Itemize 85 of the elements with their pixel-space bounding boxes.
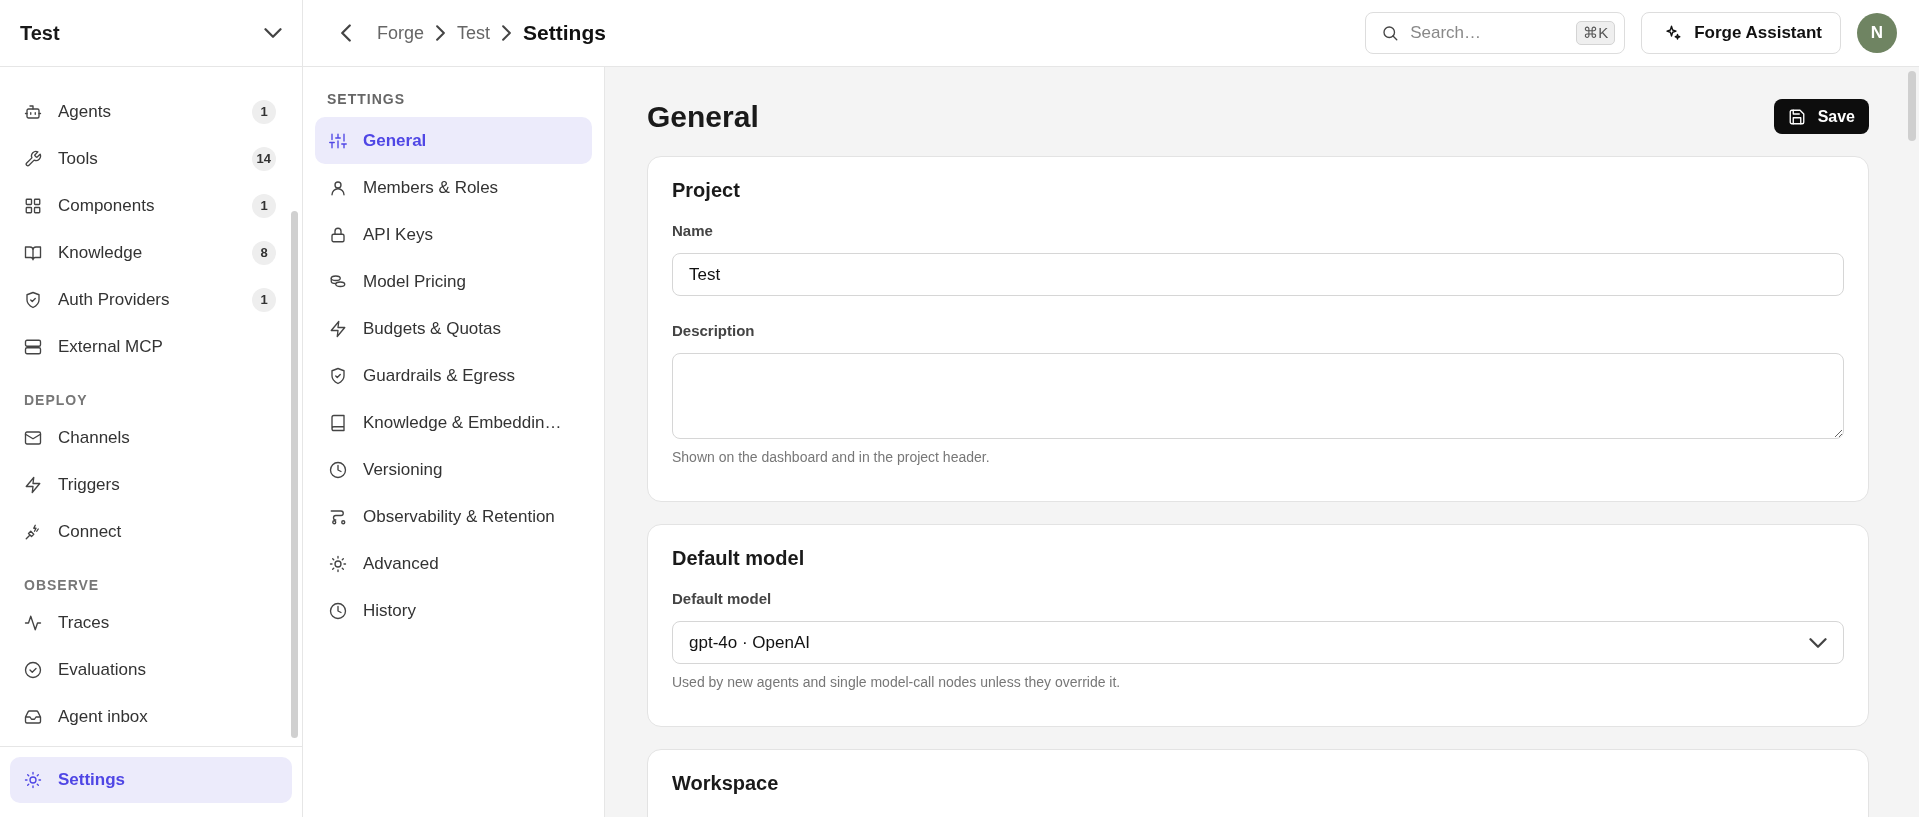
lightning-icon [24,475,42,494]
description-input[interactable] [672,353,1844,439]
chevron-right-icon [436,25,446,41]
open-book-icon [24,243,42,262]
field-label: Name [672,222,714,239]
chevron-down-icon [264,28,282,38]
help-text: Used by new agents and single model-call nodes unless they override it. [672,674,1122,690]
name-input[interactable]: Test [672,253,1844,296]
mail-icon [24,428,42,447]
chevron-down-icon [1809,637,1827,648]
user-avatar[interactable]: N [1857,13,1897,53]
sidebar-item[interactable]: Traces [0,599,302,646]
section-title: General [647,99,759,134]
settings-nav-item[interactable]: Advanced [315,540,592,587]
sidebar-item[interactable]: Settings [10,757,292,803]
model-select[interactable]: gpt-4o · OpenAI [672,621,1844,664]
count-badge: 8 [252,240,276,265]
sidebar-item[interactable]: Knowledge 8 [0,229,302,276]
card-title: Workspace [672,772,780,795]
project-name[interactable]: Test [20,21,60,45]
chevron-right-icon [502,25,512,41]
sidebar-item[interactable]: Connect [0,508,302,555]
scrollbar[interactable] [1908,71,1916,141]
count-badge: 14 [251,146,276,171]
server-icon [24,337,42,356]
settings-nav-item[interactable]: General [315,117,592,164]
sidebar-item[interactable]: Triggers [0,461,302,508]
field-label: Description [672,322,756,339]
sidebar-item[interactable]: External MCP [0,323,302,370]
field-label: Default model [672,590,773,607]
count-badge: 1 [252,287,276,312]
sidebar-item[interactable]: Channels [0,414,302,461]
section-heading: OBSERVE [23,576,101,595]
shield-check-icon [24,290,42,309]
breadcrumb-link[interactable]: Forge [377,22,425,44]
pulse-icon [24,613,42,632]
settings-nav-item[interactable]: API Keys [315,211,592,258]
assistant-button[interactable]: Forge Assistant [1641,12,1841,54]
grid-icon [24,196,42,215]
plug-icon [24,522,42,541]
settings-nav-item[interactable]: Observability & Retention [315,493,592,540]
sidebar-item[interactable]: Agent inbox [0,693,302,740]
check-circle-icon [24,660,42,679]
sidebar-item[interactable]: Agents 1 [0,88,302,135]
shortcut-hint: ⌘K [1576,21,1616,45]
settings-nav-item[interactable]: Guardrails & Egress [315,352,592,399]
sliders-icon [329,131,347,150]
sidebar-item[interactable]: Auth Providers 1 [0,276,302,323]
lock-icon [329,225,347,244]
save-icon [1787,107,1806,126]
robot-icon [24,102,42,121]
settings-nav-item[interactable]: Model Pricing [315,258,592,305]
search-icon [1381,24,1400,42]
sidebar-item[interactable]: Components 1 [0,182,302,229]
help-text: Shown on the dashboard and in the project header. [672,449,991,465]
settings-nav-item[interactable]: Members & Roles [315,164,592,211]
count-badge: 1 [252,193,276,218]
book-icon [329,413,347,432]
sun-icon [24,771,42,789]
section-heading: DEPLOY [23,391,89,410]
clock-icon [329,601,347,620]
sparkles-icon [1664,24,1683,42]
card-title: Default model [672,547,806,570]
page-title: Settings [523,21,606,45]
wrench-icon [24,149,42,168]
shield-check-icon [329,366,347,385]
nav-heading: SETTINGS [326,90,406,109]
clock-icon [329,460,347,479]
card-title: Project [672,179,741,202]
settings-nav-item[interactable]: History [315,587,592,634]
save-button[interactable]: Save [1773,99,1869,134]
scrollbar[interactable] [291,211,298,738]
back-icon [341,24,351,42]
sun-icon [329,554,347,573]
settings-nav-item[interactable]: Budgets & Quotas [315,305,592,352]
count-badge: 1 [252,99,276,124]
sidebar-item[interactable]: Tools 14 [0,135,302,182]
route-icon [329,507,347,526]
settings-nav-item[interactable]: Versioning [315,446,592,493]
user-icon [329,178,347,197]
lightning-icon [329,319,347,338]
inbox-icon [24,707,42,726]
sidebar-item[interactable]: Evaluations [0,646,302,693]
breadcrumb-link[interactable]: Test [457,22,491,44]
settings-nav-item[interactable]: Knowledge & Embeddin… [315,399,592,446]
